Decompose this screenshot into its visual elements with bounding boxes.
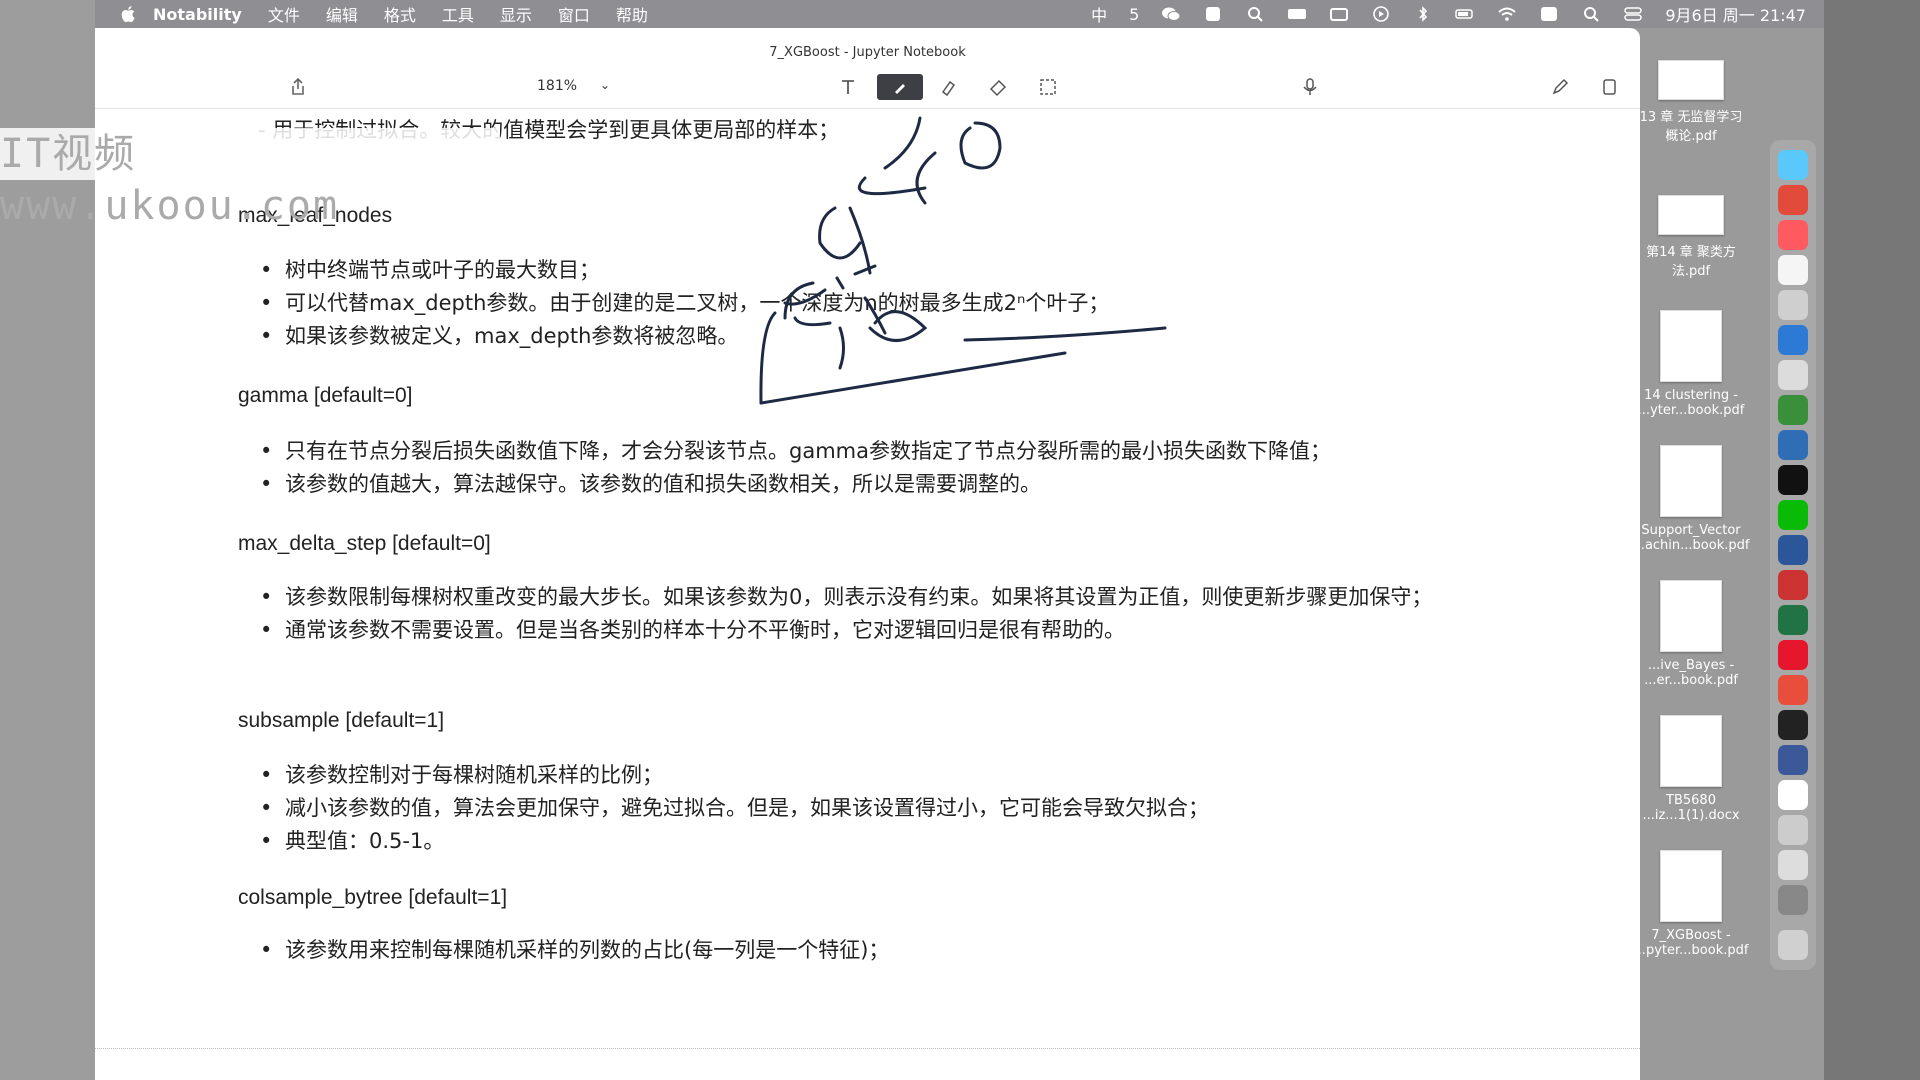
app-icon[interactable] xyxy=(1778,815,1808,845)
file-name: 第14 章 聚类方 法.pdf xyxy=(1646,245,1736,279)
notes-icon[interactable] xyxy=(1778,255,1808,285)
search-tool-icon[interactable] xyxy=(1245,6,1265,22)
file-thumbnail xyxy=(1658,60,1724,100)
file-thumbnail xyxy=(1658,195,1724,235)
menu-bar: Notability 文件 编辑 格式 工具 显示 窗口 帮助 中 5 9月6日… xyxy=(95,0,1824,28)
list-item: 可以代替max_depth参数。由于创建的是二叉树，一个深度为n的树最多生成2ⁿ… xyxy=(260,287,1535,320)
list-item: 该参数控制对于每棵树随机采样的比例； xyxy=(260,759,1535,792)
status-area: 中 5 9月6日 周一 21:47 xyxy=(1091,2,1824,26)
file-name: Support_Vector ...achin...book.pdf xyxy=(1632,523,1750,553)
window-icon[interactable] xyxy=(1329,6,1349,22)
word-icon[interactable] xyxy=(1778,535,1808,565)
file-thumbnail xyxy=(1660,850,1722,922)
app-icon[interactable] xyxy=(1203,6,1223,22)
github-icon[interactable] xyxy=(1778,710,1808,740)
menu-tools[interactable]: 工具 xyxy=(442,2,474,26)
page-divider xyxy=(95,1048,1640,1052)
wechat-icon[interactable] xyxy=(1161,6,1181,22)
battery-icon[interactable] xyxy=(1455,6,1475,22)
heading-subsample: subsample [default=1] xyxy=(238,709,445,732)
list-item: 该参数的值越大，算法越保守。该参数的值和损失函数相关，所以是需要调整的。 xyxy=(260,468,1535,501)
desktop-file[interactable]: ...ive_Bayes - ...er...book.pdf xyxy=(1631,580,1751,688)
play-icon[interactable] xyxy=(1371,6,1391,22)
clock[interactable]: 9月6日 周一 21:47 xyxy=(1665,2,1806,26)
input-method-indicator[interactable]: 中 xyxy=(1091,2,1107,26)
desktop-file[interactable]: 13 章 无监督学习 概论.pdf xyxy=(1631,60,1751,144)
menu-view[interactable]: 显示 xyxy=(500,2,532,26)
menu-format[interactable]: 格式 xyxy=(384,2,416,26)
app-icon[interactable] xyxy=(1778,850,1808,880)
file-name: ...ive_Bayes - ...er...book.pdf xyxy=(1644,658,1738,688)
list-max-leaf-nodes: 树中终端节点或叶子的最大数目； 可以代替max_depth参数。由于创建的是二叉… xyxy=(260,254,1535,353)
list-item: 通常该参数不需要设置。但是当各类别的样本十分不平衡时，它对逻辑回归是很有帮助的。 xyxy=(260,614,1535,647)
list-item: 该参数限制每棵树权重改变的最大步长。如果该参数为0，则表示没有约束。如果将其设置… xyxy=(260,581,1535,614)
file-thumbnail xyxy=(1660,580,1722,652)
menu-window[interactable]: 窗口 xyxy=(558,2,590,26)
finder-icon[interactable] xyxy=(1778,150,1808,180)
weibo-icon[interactable] xyxy=(1778,640,1808,670)
file-name: 7_XGBoost - ...pyter...book.pdf xyxy=(1633,928,1749,958)
watermark: IT视频 www.ukoou.com xyxy=(0,128,500,229)
file-name: 13 章 无监督学习 概论.pdf xyxy=(1639,110,1743,144)
preview-icon[interactable] xyxy=(1778,290,1808,320)
desktop-file[interactable]: 第14 章 聚类方 法.pdf xyxy=(1631,195,1751,279)
app-icon[interactable] xyxy=(1778,675,1808,705)
list-gamma: 只有在节点分裂后损失函数值下降，才会分裂该节点。gamma参数指定了节点分裂所需… xyxy=(260,435,1535,501)
menu-edit[interactable]: 编辑 xyxy=(326,2,358,26)
vscode-icon[interactable] xyxy=(1778,325,1808,355)
apple-icon[interactable] xyxy=(119,4,139,24)
heading-colsample-bytree: colsample_bytree [default=1] xyxy=(238,886,508,909)
excel-icon[interactable] xyxy=(1778,605,1808,635)
wifi-icon[interactable] xyxy=(1497,6,1517,22)
desktop-file[interactable]: 14 clustering - ...yter...book.pdf xyxy=(1631,310,1751,418)
list-item: 如果该参数被定义，max_depth参数将被忽略。 xyxy=(260,320,1535,353)
desktop-file[interactable]: Support_Vector ...achin...book.pdf xyxy=(1631,445,1751,553)
list-subsample: 该参数控制对于每棵树随机采样的比例； 减小该参数的值，算法会更加保守，避免过拟合… xyxy=(260,759,1535,858)
powerpoint-icon[interactable] xyxy=(1778,570,1808,600)
menu-help[interactable]: 帮助 xyxy=(616,2,648,26)
file-name: 14 clustering - ...yter...book.pdf xyxy=(1637,388,1745,418)
list-item: 典型值：0.5-1。 xyxy=(260,825,1535,858)
keyboard-icon[interactable] xyxy=(1287,6,1307,22)
qq-icon[interactable] xyxy=(1778,465,1808,495)
desktop-background xyxy=(1824,0,1920,1080)
list-item: 减小该参数的值，算法会更加保守，避免过拟合。但是，如果该设置得过小，它可能会导致… xyxy=(260,792,1535,825)
app-icon[interactable] xyxy=(1778,360,1808,390)
list-item: 只有在节点分裂后损失函数值下降，才会分裂该节点。gamma参数指定了节点分裂所需… xyxy=(260,435,1535,468)
chrome-icon[interactable] xyxy=(1778,185,1808,215)
app-icon[interactable] xyxy=(1778,745,1808,775)
list-max-delta-step: 该参数限制每棵树权重改变的最大步长。如果该参数为0，则表示没有约束。如果将其设置… xyxy=(260,581,1535,647)
list-item: 树中终端节点或叶子的最大数目； xyxy=(260,254,1535,287)
evernote-icon[interactable] xyxy=(1778,395,1808,425)
bluetooth-icon[interactable] xyxy=(1413,6,1433,22)
file-thumbnail xyxy=(1660,310,1722,382)
dock xyxy=(1770,140,1816,970)
file-thumbnail xyxy=(1660,445,1722,517)
heading-gamma: gamma [default=0] xyxy=(238,384,413,407)
wechat-icon[interactable] xyxy=(1778,500,1808,530)
menu-file[interactable]: 文件 xyxy=(268,2,300,26)
notability-icon[interactable] xyxy=(1778,885,1808,915)
file-name: TB5680 ...iz...1(1).docx xyxy=(1642,793,1740,823)
calendar-icon[interactable] xyxy=(1778,220,1808,250)
heading-max-delta-step: max_delta_step [default=0] xyxy=(238,532,491,555)
desktop-file[interactable]: TB5680 ...iz...1(1).docx xyxy=(1631,715,1751,823)
file-thumbnail xyxy=(1660,715,1722,787)
control-center-icon[interactable] xyxy=(1623,6,1643,22)
typora-icon[interactable] xyxy=(1778,780,1808,810)
app-icon[interactable] xyxy=(1778,430,1808,460)
list-colsample-bytree: 该参数用来控制每棵随机采样的列数的占比(每一列是一个特征)； xyxy=(260,934,1535,967)
spotlight-icon[interactable] xyxy=(1581,6,1601,22)
desktop-file[interactable]: 7_XGBoost - ...pyter...book.pdf xyxy=(1631,850,1751,958)
badge-count[interactable]: 5 xyxy=(1129,5,1139,24)
sync-icon[interactable] xyxy=(1539,6,1559,22)
trash-icon[interactable] xyxy=(1778,930,1808,960)
app-name-menu[interactable]: Notability xyxy=(153,5,242,24)
list-item: 该参数用来控制每棵随机采样的列数的占比(每一列是一个特征)； xyxy=(260,934,1535,967)
